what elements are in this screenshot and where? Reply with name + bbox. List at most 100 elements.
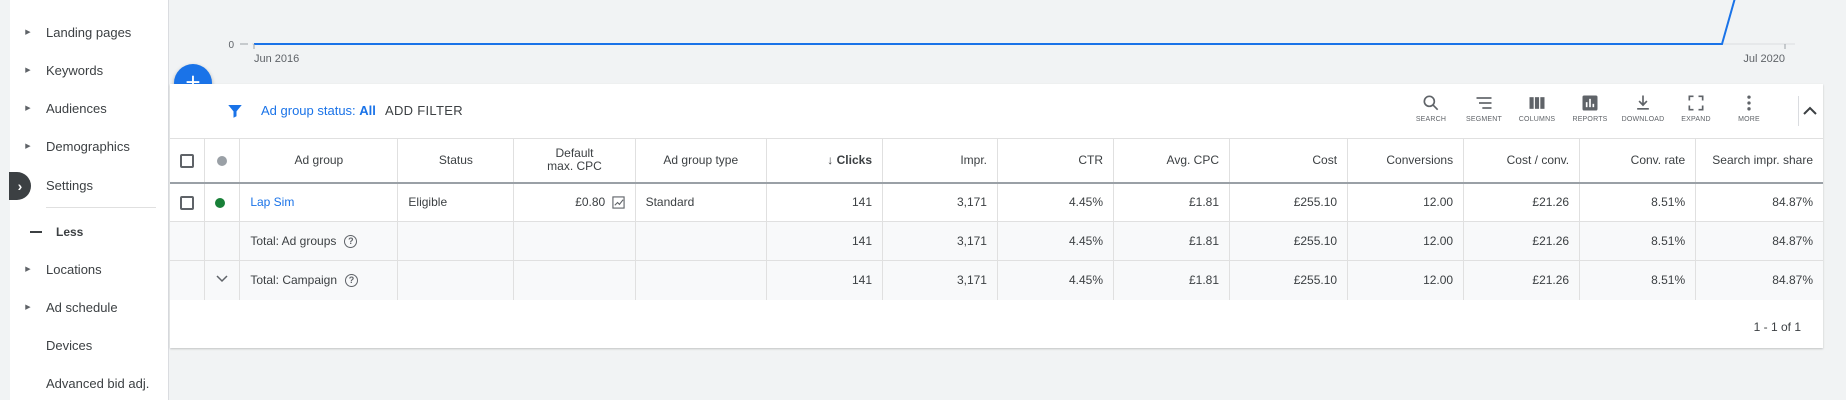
minus-icon (30, 231, 42, 233)
sidebar-item-keywords[interactable]: ▶ Keywords (10, 51, 169, 89)
sidebar-less-toggle[interactable]: Less (10, 221, 83, 243)
ctr-cell: 4.45% (997, 182, 1115, 222)
expand-icon (1688, 95, 1704, 111)
sidebar-item-label: Devices (46, 337, 93, 353)
tool-label: REPORTS (1572, 116, 1608, 123)
segment-button[interactable]: SEGMENT (1460, 93, 1508, 123)
ad-group-type-cell: Standard (635, 182, 767, 222)
search-impr-share-cell: 84.87% (1695, 260, 1823, 300)
status-cell: Eligible (397, 182, 515, 222)
column-header-clicks[interactable]: ↓ Clicks (766, 138, 884, 184)
empty-cell (170, 260, 206, 300)
sidebar-item-label: Demographics (46, 138, 130, 154)
column-header-conversions[interactable]: Conversions (1347, 138, 1465, 184)
column-header-ctr[interactable]: CTR (997, 138, 1115, 184)
filter-chip-ad-group-status[interactable]: Ad group status: All (261, 103, 376, 118)
performance-chart: 0 Jun 2016 Jul 2020 (228, 0, 1795, 65)
table-header-row: Ad group Status Default max. CPC Ad group… (170, 138, 1823, 184)
segment-icon (1476, 97, 1492, 109)
conv-rate-cell: 8.51% (1579, 182, 1697, 222)
search-button[interactable]: SEARCH (1407, 93, 1455, 123)
sort-down-arrow-icon: ↓ (827, 153, 837, 168)
sidebar-item-landing-pages[interactable]: ▶ Landing pages (10, 13, 169, 51)
table-toolbar: Ad group status: All ADD FILTER SEARCH S… (170, 84, 1823, 138)
total-ad-groups-row: Total: Ad groups? 141 3,171 4.45% £1.81 … (170, 221, 1823, 261)
columns-button[interactable]: COLUMNS (1513, 93, 1561, 123)
more-button[interactable]: MORE (1725, 93, 1773, 123)
sidebar-item-demographics[interactable]: ▶ Demographics (10, 127, 169, 165)
empty-cell (635, 260, 767, 300)
help-icon[interactable]: ? (345, 274, 359, 288)
select-all-checkbox[interactable] (180, 153, 195, 168)
column-header-cost[interactable]: Cost (1229, 138, 1349, 184)
tool-label: SEGMENT (1465, 116, 1502, 123)
sidebar-item-settings[interactable]: Settings (10, 166, 169, 204)
avg-cpc-cell: £1.81 (1113, 221, 1231, 261)
row-checkbox[interactable] (180, 195, 194, 210)
cost-per-conv-cell: £21.26 (1463, 221, 1581, 261)
total-campaign-row: Total: Campaign? 141 3,171 4.45% £1.81 £… (170, 260, 1823, 300)
conversions-cell: 12.00 (1347, 221, 1465, 261)
sidebar-item-audiences[interactable]: ▶ Audiences (10, 89, 169, 127)
header-label: Clicks (836, 153, 872, 168)
column-header-impr[interactable]: Impr. (882, 138, 998, 184)
tool-label: MORE (1738, 116, 1760, 123)
select-all-cell[interactable] (170, 138, 206, 184)
header-line: Default (555, 146, 594, 161)
chart-y-tick: 0 (228, 40, 234, 51)
header-line: max. CPC (547, 159, 602, 174)
column-header-default-max-cpc[interactable]: Default max. CPC (513, 138, 636, 184)
conv-rate-cell: 8.51% (1579, 221, 1697, 261)
chevron-down-icon[interactable] (215, 274, 229, 284)
chart-x-start-label: Jun 2016 (254, 53, 299, 65)
tool-label: EXPAND (1681, 116, 1711, 123)
total-label: Total: Ad groups (250, 233, 337, 248)
columns-icon (1529, 97, 1545, 109)
chevron-up-icon[interactable] (1796, 101, 1824, 121)
column-header-avg-cpc[interactable]: Avg. CPC (1113, 138, 1231, 184)
column-header-ad-group[interactable]: Ad group (239, 138, 399, 184)
cost-per-conv-cell: £21.26 (1463, 182, 1581, 222)
column-header-search-impr-share[interactable]: Search impr. share (1695, 138, 1823, 184)
ad-groups-table-card: Ad group status: All ADD FILTER SEARCH S… (170, 84, 1823, 348)
column-header-status[interactable]: Status (397, 138, 515, 184)
sidebar-item-label: Keywords (46, 62, 104, 78)
row-select-cell[interactable] (170, 182, 206, 222)
cost-cell: £255.10 (1229, 221, 1349, 261)
default-cpc-cell[interactable]: £0.80 (513, 182, 636, 222)
sidebar-item-devices[interactable]: Devices (10, 326, 169, 364)
table-row: Lap Sim Eligible £0.80 Standard 141 3,17… (170, 182, 1823, 222)
cost-per-conv-cell: £21.26 (1463, 260, 1581, 300)
column-header-ad-group-type[interactable]: Ad group type (635, 138, 767, 184)
ad-group-link[interactable]: Lap Sim (239, 182, 399, 222)
bid-trend-icon[interactable] (611, 196, 625, 210)
sidebar-item-ad-schedule[interactable]: ▶ Ad schedule (10, 288, 169, 326)
sidebar-item-label: Locations (46, 261, 102, 277)
avg-cpc-cell: £1.81 (1113, 182, 1231, 222)
expand-totals-cell[interactable] (204, 260, 241, 300)
impr-cell: 3,171 (882, 182, 998, 222)
sidebar-item-label: Audiences (46, 100, 107, 116)
sidebar-item-locations[interactable]: ▶ Locations (10, 250, 169, 288)
filter-icon[interactable] (226, 102, 244, 120)
conversions-cell: 12.00 (1347, 182, 1465, 222)
empty-cell (513, 221, 636, 261)
search-impr-share-cell: 84.87% (1695, 182, 1823, 222)
reports-button[interactable]: REPORTS (1566, 93, 1614, 123)
add-filter-button[interactable]: ADD FILTER (385, 103, 463, 118)
column-header-cost-per-conv[interactable]: Cost / conv. (1463, 138, 1581, 184)
download-button[interactable]: DOWNLOAD (1619, 93, 1667, 123)
column-header-conv-rate[interactable]: Conv. rate (1579, 138, 1697, 184)
search-impr-share-cell: 84.87% (1695, 221, 1823, 261)
chevron-right-icon: › (17, 178, 23, 194)
clicks-cell: 141 (766, 260, 884, 300)
expand-button[interactable]: EXPAND (1672, 93, 1720, 123)
caret-right-icon: ▶ (25, 266, 31, 273)
sidebar-item-label: Landing pages (46, 24, 132, 40)
ctr-cell: 4.45% (997, 260, 1115, 300)
sidebar-item-label: Ad schedule (46, 299, 118, 315)
help-icon[interactable]: ? (344, 235, 358, 249)
sidebar-item-advanced-bid-adj[interactable]: Advanced bid adj. (10, 364, 169, 400)
sidebar-nav: ▶ Landing pages ▶ Keywords ▶ Audiences ▶… (10, 0, 169, 400)
caret-right-icon: ▶ (25, 304, 31, 311)
